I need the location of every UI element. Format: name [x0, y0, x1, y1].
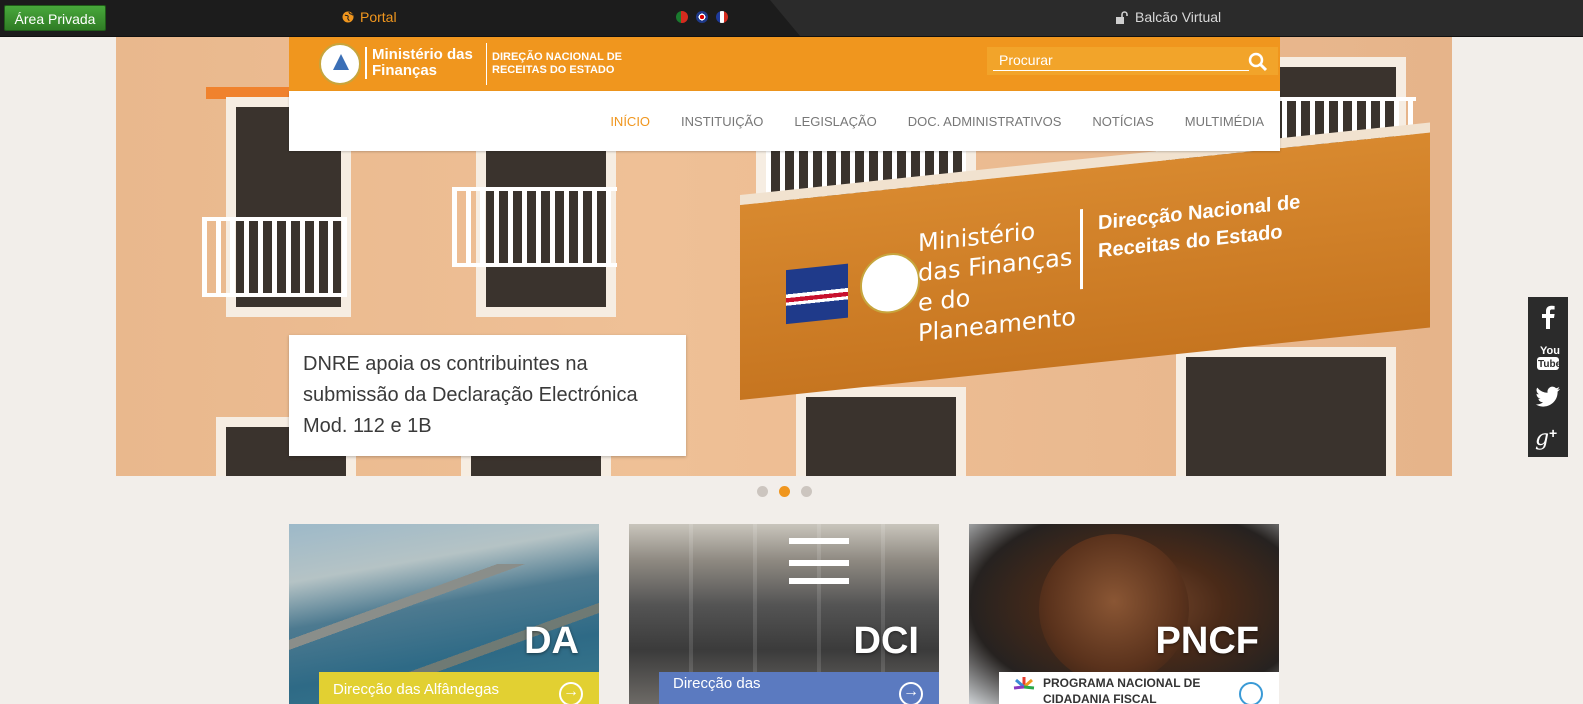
card-label: PROGRAMA NACIONAL DE CIDADANIA FISCAL — [1043, 676, 1201, 704]
card-pncf[interactable]: PNCF PROGRAMA NACIONAL DE CIDADANIA FISC… — [969, 524, 1279, 704]
window — [1176, 347, 1396, 476]
card-label-bar[interactable]: Direcção das Alfândegas — [319, 672, 599, 704]
pncf-logo-icon — [1013, 677, 1035, 690]
card-label: Direcção das — [673, 675, 761, 692]
logo-subtitle[interactable]: DIREÇÃO NACIONAL DE RECEITAS DO ESTADO — [492, 51, 662, 77]
google-plus-icon[interactable]: g + — [1528, 417, 1568, 457]
cape-verde-flag-icon — [786, 263, 848, 325]
sign-title: Ministério das Finanças e do Planeamento — [918, 216, 1076, 348]
portal-link[interactable]: Portal — [342, 9, 397, 25]
site-header: Ministério das Finanças DIREÇÃO NACIONAL… — [289, 37, 1280, 91]
logo-name[interactable]: Ministério das Finanças — [365, 47, 482, 79]
slider-dot[interactable] — [801, 486, 812, 497]
nav-item-legislacao[interactable]: LEGISLAÇÃO — [794, 114, 876, 129]
flag-uk-icon[interactable] — [696, 11, 708, 23]
card-title: DCI — [853, 620, 919, 662]
flag-portugal-icon[interactable] — [676, 11, 688, 23]
unlock-icon — [1116, 10, 1128, 24]
nav-item-multimedia[interactable]: MULTIMÉDIA — [1185, 114, 1264, 129]
slider-dot-active[interactable] — [779, 486, 790, 497]
balcony — [202, 217, 347, 297]
balcony — [452, 187, 617, 267]
balcao-virtual-link[interactable]: Balcão Virtual — [1115, 9, 1221, 25]
search-input[interactable] — [993, 50, 1249, 71]
card-title: PNCF — [1155, 620, 1259, 662]
sign-divider — [1080, 208, 1083, 290]
search-box — [987, 47, 1278, 75]
top-bar: Área Privada Portal Balcão Virtual — [0, 0, 1583, 37]
svg-text:+: + — [1549, 425, 1557, 441]
twitter-icon[interactable] — [1528, 377, 1568, 417]
nav-item-doc-administrativos[interactable]: DOC. ADMINISTRATIVOS — [908, 114, 1062, 129]
ceiling-lights — [789, 538, 849, 544]
private-area-button[interactable]: Área Privada — [4, 5, 106, 31]
ministry-emblem-icon[interactable] — [319, 43, 361, 85]
language-flags — [676, 11, 728, 23]
arrow-right-icon[interactable] — [899, 682, 923, 704]
sign-subtitle: Direcção Nacional de Receitas do Estado — [1098, 191, 1301, 263]
arrow-right-icon[interactable] — [559, 682, 583, 704]
slider-pagination — [757, 486, 812, 497]
arrow-right-icon[interactable] — [1239, 682, 1263, 704]
slider-dot[interactable] — [757, 486, 768, 497]
balcao-label: Balcão Virtual — [1135, 9, 1222, 25]
nav-item-instituicao[interactable]: INSTITUIÇÃO — [681, 114, 763, 129]
card-da[interactable]: DA Direcção das Alfândegas — [289, 524, 599, 704]
svg-text:You: You — [1540, 345, 1560, 357]
globe-icon — [342, 11, 354, 23]
main-nav-bar: INÍCIO INSTITUIÇÃO LEGISLAÇÃO DOC. ADMIN… — [289, 91, 1280, 151]
slide-caption[interactable]: DNRE apoia os contribuintes na submissão… — [289, 335, 686, 456]
card-label-bar[interactable]: Direcção das — [659, 672, 939, 704]
card-title: DA — [524, 620, 579, 662]
flag-france-icon[interactable] — [716, 11, 728, 23]
card-label-bar[interactable]: PROGRAMA NACIONAL DE CIDADANIA FISCAL — [999, 672, 1279, 704]
social-sidebar: You Tube g + — [1528, 297, 1568, 457]
portal-label: Portal — [360, 9, 397, 25]
window — [796, 387, 966, 476]
search-icon[interactable] — [1247, 51, 1269, 73]
svg-text:g: g — [1535, 426, 1549, 451]
card-label: Direcção das Alfândegas — [333, 681, 499, 698]
logo-divider — [486, 43, 487, 85]
slide-caption-text: DNRE apoia os contribuintes na submissão… — [303, 353, 638, 437]
emblem-icon — [860, 250, 920, 317]
nav-item-inicio[interactable]: INÍCIO — [610, 114, 650, 129]
nav-item-noticias[interactable]: NOTÍCIAS — [1092, 114, 1153, 129]
main-nav: INÍCIO INSTITUIÇÃO LEGISLAÇÃO DOC. ADMIN… — [610, 91, 1264, 151]
svg-text:Tube: Tube — [1538, 359, 1560, 370]
youtube-icon[interactable]: You Tube — [1528, 337, 1568, 377]
facebook-icon[interactable] — [1528, 297, 1568, 337]
card-dci[interactable]: DCI Direcção das — [629, 524, 939, 704]
